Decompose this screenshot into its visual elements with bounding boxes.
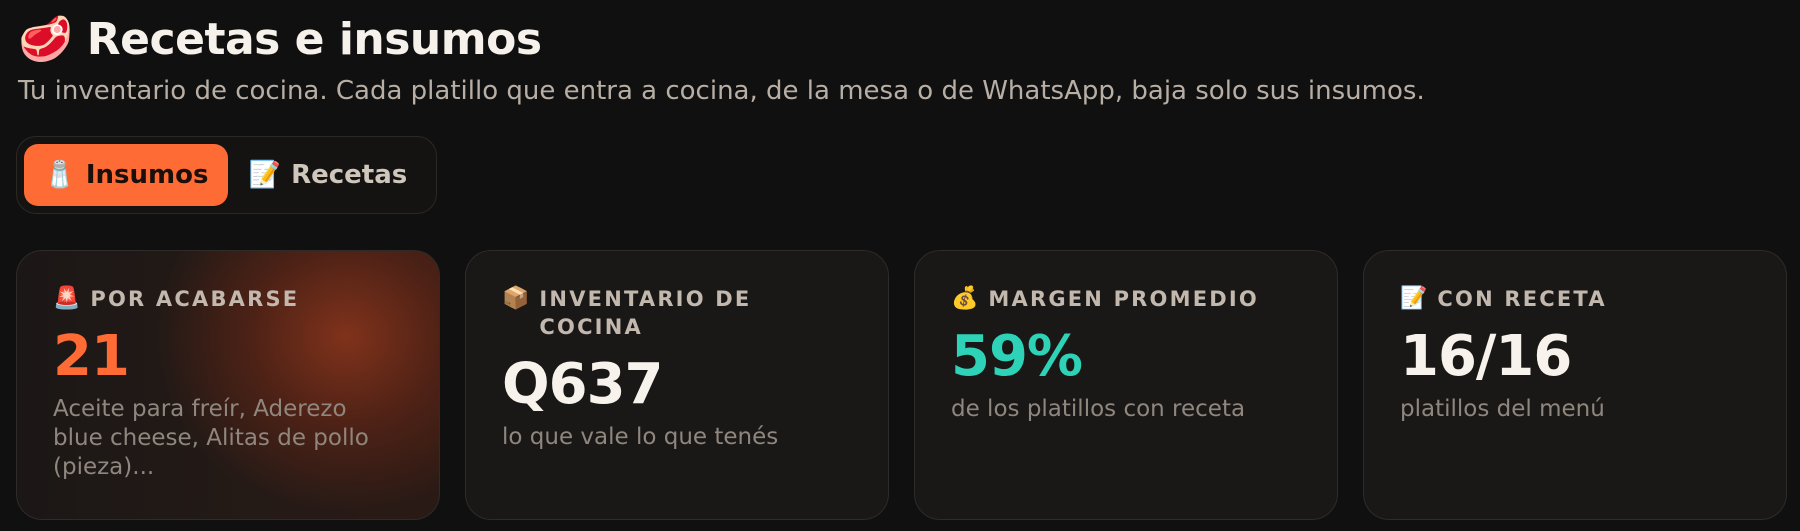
stat-description: Aceite para freír, Aderezo blue cheese, … bbox=[53, 396, 369, 480]
stat-description: lo que vale lo que tenés bbox=[502, 424, 779, 450]
view-tabs: 🧂 Insumos 📝 Recetas bbox=[16, 136, 437, 214]
stat-value: 16/16 bbox=[1400, 324, 1572, 389]
stat-label: 💰 MARGEN PROMEDIO bbox=[951, 286, 1259, 311]
salt-shaker-icon: 🧂 bbox=[43, 160, 76, 190]
stat-value: 21 bbox=[53, 324, 130, 389]
recipes-page: 🥩 Recetas e insumos Tu inventario de coc… bbox=[0, 0, 1800, 531]
stat-value: Q637 bbox=[502, 352, 664, 417]
stats-cards: 🚨 POR ACABARSE 21 Aceite para freír, Ade… bbox=[16, 250, 1787, 520]
stat-label: 🚨 POR ACABARSE bbox=[53, 286, 300, 311]
stat-card-low-stock[interactable]: 🚨 POR ACABARSE 21 Aceite para freír, Ade… bbox=[16, 250, 440, 520]
stat-label: 📦 INVENTARIO DE COCINA bbox=[502, 286, 752, 339]
page-header: 🥩 Recetas e insumos bbox=[18, 14, 542, 65]
page-title: Recetas e insumos bbox=[86, 14, 542, 65]
tab-recetas[interactable]: 📝 Recetas bbox=[234, 144, 422, 206]
stat-card-recipes: 📝 CON RECETA 16/16 platillos del menú bbox=[1363, 250, 1787, 520]
stat-value: 59% bbox=[951, 324, 1083, 389]
stat-card-margin: 💰 MARGEN PROMEDIO 59% de los platillos c… bbox=[914, 250, 1338, 520]
siren-icon: 🚨 bbox=[53, 286, 81, 311]
steak-icon: 🥩 bbox=[18, 13, 73, 65]
package-icon: 📦 bbox=[502, 286, 530, 311]
stat-description: de los platillos con receta bbox=[951, 396, 1246, 422]
page-subtitle: Tu inventario de cocina. Cada platillo q… bbox=[18, 76, 1425, 106]
tab-insumos[interactable]: 🧂 Insumos bbox=[24, 144, 228, 206]
memo-icon: 📝 bbox=[248, 160, 282, 190]
tab-label: Recetas bbox=[291, 160, 408, 190]
tab-label: Insumos bbox=[85, 160, 209, 190]
money-bag-icon: 💰 bbox=[951, 286, 979, 311]
stat-card-inventory: 📦 INVENTARIO DE COCINA Q637 lo que vale … bbox=[465, 250, 889, 520]
memo-icon: 📝 bbox=[1400, 286, 1428, 311]
stat-label: 📝 CON RECETA bbox=[1400, 286, 1607, 311]
stat-description: platillos del menú bbox=[1400, 396, 1605, 422]
